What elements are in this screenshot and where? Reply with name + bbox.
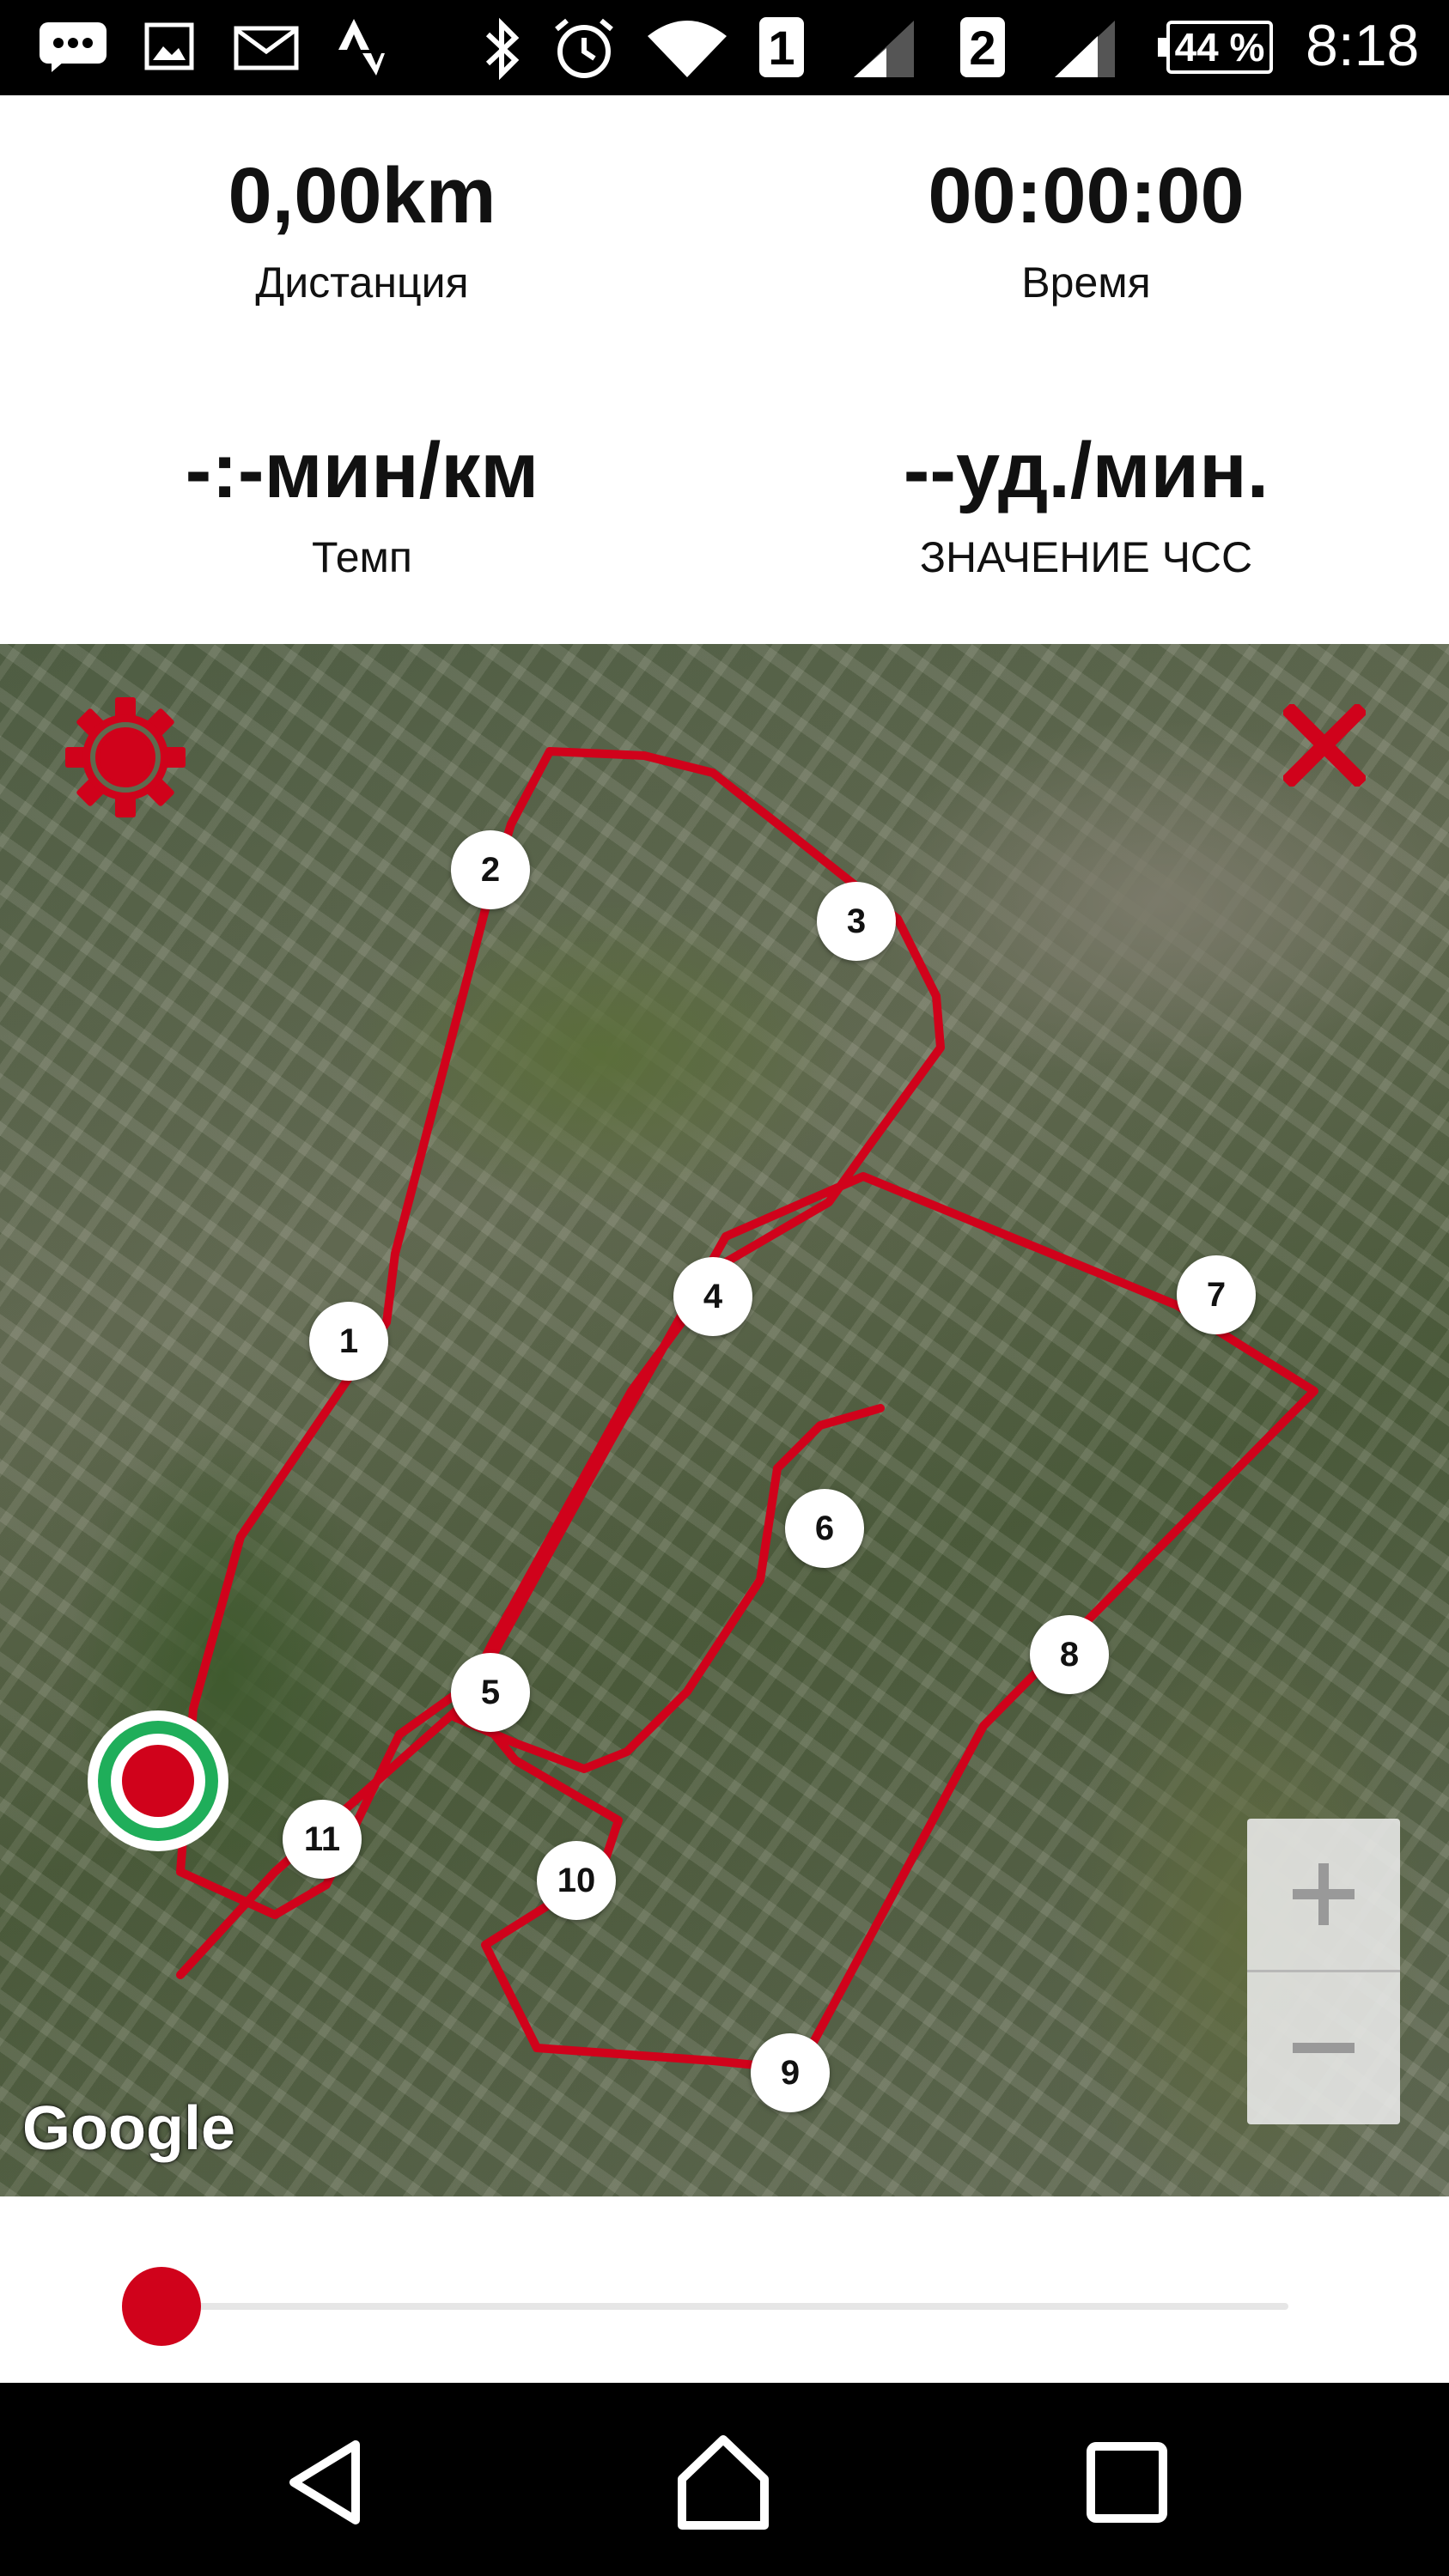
waypoint-marker[interactable]: 3 (817, 882, 896, 961)
waypoint-marker[interactable]: 1 (309, 1302, 388, 1381)
heart-rate-stat: --уд./мин. ЗНАЧЕНИЕ ЧСС (724, 431, 1448, 582)
signal-icon (1055, 21, 1115, 77)
heart-rate-label: ЗНАЧЕНИЕ ЧСС (919, 533, 1253, 581)
waypoint-marker[interactable]: 4 (673, 1257, 752, 1336)
time-stat: 00:00:00 Время (724, 156, 1448, 307)
close-icon[interactable] (1283, 704, 1366, 787)
google-logo: Google (22, 2094, 235, 2163)
distance-label: Дистанция (255, 258, 469, 307)
waypoint-marker[interactable]: 11 (283, 1800, 362, 1879)
sim2-badge: 2 (960, 17, 1005, 77)
plus-icon (1293, 1863, 1355, 1925)
mail-icon (234, 26, 299, 70)
playback-slider-thumb[interactable] (122, 2267, 201, 2346)
waypoint-marker[interactable]: 6 (785, 1489, 864, 1568)
start-location-marker[interactable] (88, 1710, 228, 1851)
alarm-icon (555, 18, 613, 78)
time-value: 00:00:00 (928, 152, 1245, 240)
pace-label: Темп (312, 533, 412, 581)
battery-icon: 44 % (1158, 21, 1273, 74)
bluetooth-icon (485, 17, 520, 81)
distance-value: 0,00km (228, 152, 496, 240)
strava-icon (338, 19, 385, 76)
wifi-icon (648, 21, 727, 77)
route-path (176, 747, 1318, 2074)
waypoint-marker[interactable]: 7 (1177, 1255, 1256, 1334)
pace-value: -:-мин/км (185, 427, 539, 514)
waypoint-marker[interactable]: 9 (751, 2033, 830, 2112)
zoom-in-button[interactable] (1247, 1819, 1400, 1972)
waypoint-marker[interactable]: 8 (1030, 1615, 1109, 1694)
gallery-icon (144, 22, 194, 70)
zoom-controls (1247, 1819, 1400, 2124)
pace-stat: -:-мин/км Темп (0, 431, 724, 582)
distance-stat: 0,00km Дистанция (0, 156, 724, 307)
settings-gear-icon[interactable] (62, 694, 189, 821)
minus-icon (1293, 2043, 1355, 2053)
messages-icon (40, 22, 107, 72)
playback-slider-track[interactable] (137, 2303, 1288, 2310)
sim1-badge: 1 (759, 17, 804, 77)
battery-level: 44 % (1174, 25, 1265, 70)
heart-rate-value: --уд./мин. (903, 427, 1269, 514)
clock: 8:18 (1306, 13, 1420, 78)
route-map[interactable]: 1 2 3 4 5 6 7 8 9 10 11 Google (0, 644, 1449, 2196)
recents-icon[interactable] (1075, 2431, 1178, 2534)
zoom-out-button[interactable] (1247, 1972, 1400, 2123)
waypoint-marker[interactable]: 10 (537, 1841, 616, 1920)
status-bar: 1 2 44 % 8:18 (0, 0, 1449, 95)
time-label: Время (1021, 258, 1151, 307)
waypoint-marker[interactable]: 5 (451, 1653, 530, 1732)
signal-icon (854, 21, 914, 77)
back-icon[interactable] (273, 2431, 376, 2534)
navigation-bar (0, 2383, 1449, 2576)
home-icon[interactable] (672, 2431, 775, 2534)
waypoint-marker[interactable]: 2 (451, 830, 530, 909)
